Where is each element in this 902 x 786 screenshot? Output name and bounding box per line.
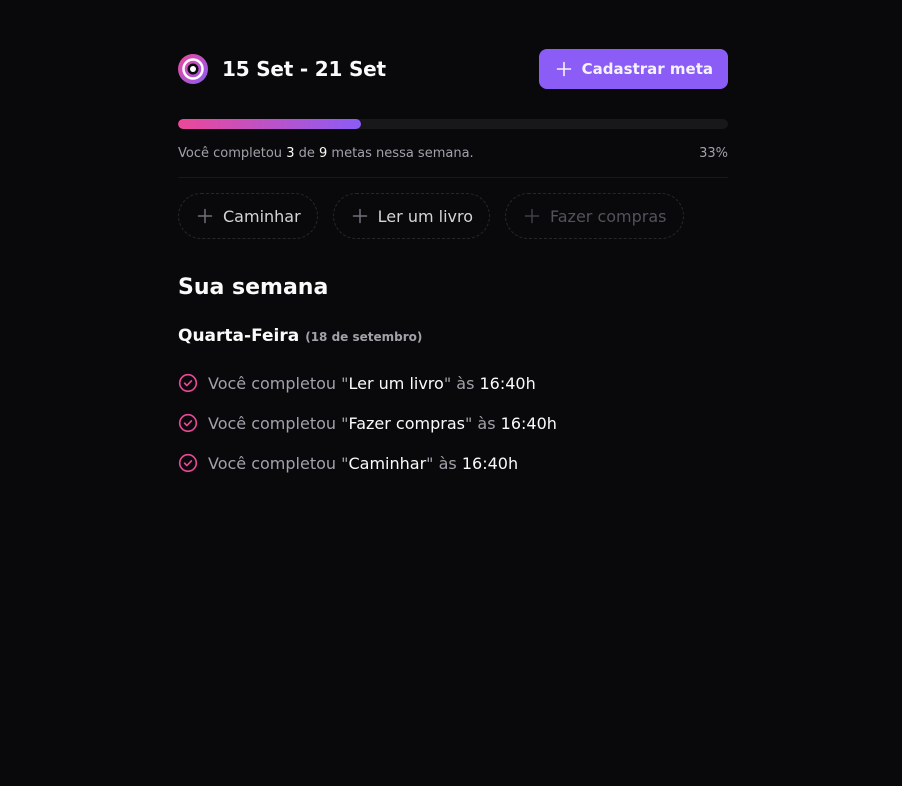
in-orbit-logo-icon (178, 54, 208, 84)
activity-time: 16:40h (500, 413, 557, 433)
progress-text-suffix: metas nessa semana. (331, 146, 474, 161)
activity-goal: Ler um livro (348, 373, 444, 393)
pending-goal-fazer-compras: Fazer compras (505, 193, 684, 239)
activity-text: Você completou "Ler um livro" às 16:40h (208, 374, 536, 393)
weekly-progress-bar (178, 119, 728, 129)
divider (178, 177, 728, 178)
plus-icon (556, 61, 571, 77)
progress-fill (178, 119, 362, 129)
completed-goals-list: Você completou "Ler um livro" às 16:40h … (178, 370, 728, 476)
activity-prefix: Você completou " (208, 413, 349, 433)
list-item: Você completou "Caminhar" às 16:40h (178, 450, 728, 476)
activity-prefix: Você completou " (208, 373, 349, 393)
progress-text: Você completou 3 de 9 metas nessa semana… (178, 146, 474, 161)
pending-goal-ler-um-livro[interactable]: Ler um livro (332, 193, 490, 239)
plus-icon (197, 208, 213, 224)
create-goal-label: Cadastrar meta (581, 60, 713, 78)
header: 15 Set - 21 Set Cadastrar meta (178, 49, 728, 89)
pending-goal-caminhar[interactable]: Caminhar (178, 193, 318, 239)
activity-text: Você completou "Fazer compras" às 16:40h (208, 414, 557, 433)
activity-mid: " às (443, 373, 480, 393)
activity-time: 16:40h (461, 453, 519, 473)
pending-goals: Caminhar Ler um livro Fazer compras (178, 193, 728, 239)
week-period-title: 15 Set - 21 Set (222, 57, 386, 81)
week-summary-title: Sua semana (178, 275, 329, 300)
pending-goal-label: Caminhar (223, 206, 301, 226)
list-item: Você completou "Ler um livro" às 16:40h (178, 370, 728, 396)
progress-percent: 33% (699, 146, 728, 161)
list-item: Você completou "Fazer compras" às 16:40h (178, 410, 728, 436)
completed-count: 3 (286, 146, 295, 161)
progress-text-prefix: Você completou (178, 146, 283, 161)
total-count: 9 (319, 146, 328, 161)
app-container: 15 Set - 21 Set Cadastrar meta Você comp… (178, 49, 728, 490)
activity-mid: " às (464, 413, 501, 433)
check-circle-icon (178, 413, 198, 433)
progress-summary: Você completou 3 de 9 metas nessa semana… (178, 146, 728, 161)
progress-text-of: de (298, 146, 315, 161)
activity-text: Você completou "Caminhar" às 16:40h (208, 454, 518, 473)
activity-goal: Caminhar (348, 453, 427, 473)
day-name: Quarta-Feira (178, 326, 300, 346)
header-left: 15 Set - 21 Set (178, 54, 386, 84)
pending-goal-label: Ler um livro (377, 206, 473, 226)
day-date: (18 de setembro) (305, 330, 423, 344)
check-circle-icon (178, 453, 198, 473)
activity-mid: " às (426, 453, 462, 473)
pending-goal-label: Fazer compras (550, 206, 667, 226)
plus-icon (524, 208, 540, 224)
plus-icon (352, 208, 367, 224)
day-heading: Quarta-Feira (18 de setembro) (178, 326, 728, 346)
activity-time: 16:40h (479, 373, 536, 393)
activity-goal: Fazer compras (348, 413, 465, 433)
activity-prefix: Você completou " (208, 453, 349, 473)
create-goal-button[interactable]: Cadastrar meta (538, 49, 728, 89)
check-circle-icon (178, 373, 198, 393)
